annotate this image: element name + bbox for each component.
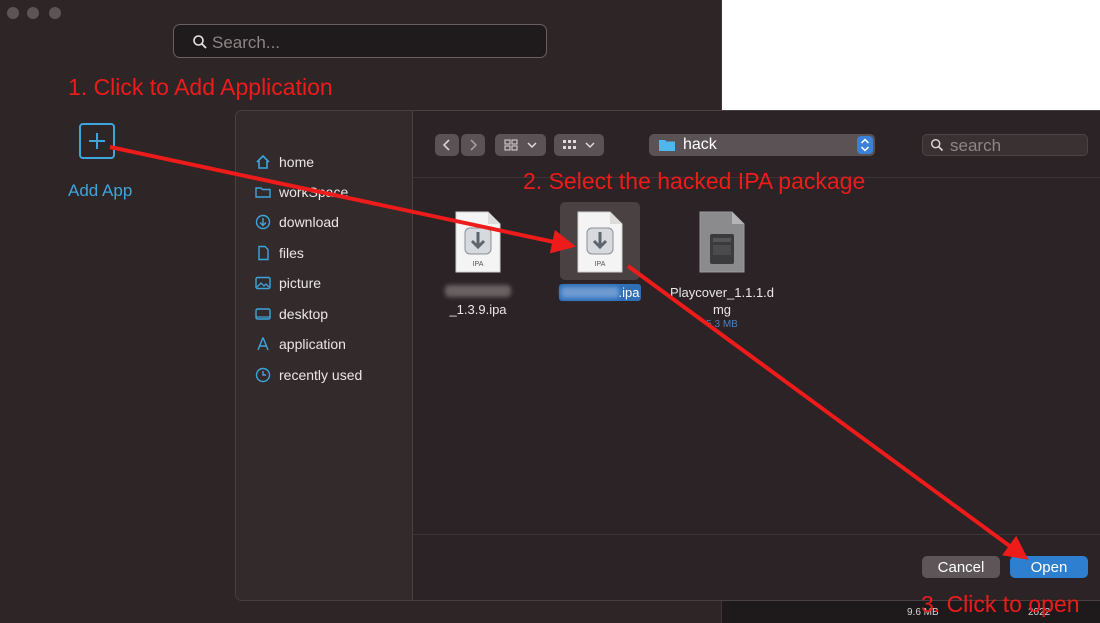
close-window-button[interactable]: [7, 7, 19, 19]
file-item[interactable]: Playcover_1.1.1.d mg 5.3 MB: [667, 203, 777, 331]
footer-divider: [413, 534, 1100, 535]
search-icon: [193, 35, 207, 49]
file-name: Playcover_1.1.1.d: [669, 285, 775, 300]
chevron-left-icon: [442, 139, 450, 151]
file-name-blurred: [560, 287, 619, 298]
ipa-file-icon: IPA: [455, 211, 501, 273]
sidebar-item-home[interactable]: home: [255, 151, 314, 173]
plus-icon: [89, 133, 105, 149]
sidebar-item-label: desktop: [279, 306, 329, 322]
annotation-step-1: 1. Click to Add Application: [68, 74, 333, 100]
forward-button[interactable]: [461, 134, 485, 156]
sidebar-item-label: download: [279, 214, 339, 230]
group-view-button[interactable]: [554, 134, 604, 156]
icon-view-button[interactable]: [495, 134, 546, 156]
document-icon: [255, 245, 271, 261]
download-icon: [255, 214, 271, 230]
location-popup[interactable]: hack: [649, 134, 875, 156]
file-name: .ipa: [545, 284, 655, 302]
home-icon: [255, 154, 271, 170]
add-app-label[interactable]: Add App: [68, 181, 132, 201]
picture-icon: [255, 275, 271, 291]
sidebar-item-picture[interactable]: picture: [255, 272, 321, 294]
sidebar-item-label: picture: [279, 275, 322, 291]
search-placeholder: Search...: [212, 33, 281, 52]
sidebar-item-desktop[interactable]: desktop: [255, 303, 328, 325]
file-name-continued: mg: [712, 302, 732, 317]
search-icon: [930, 138, 944, 152]
sidebar-item-label: recently used: [279, 367, 363, 383]
chevron-down-icon: [526, 142, 537, 149]
sidebar-item-download[interactable]: download: [255, 211, 339, 233]
folder-icon: [255, 184, 271, 200]
search-placeholder: search: [950, 136, 1002, 155]
sidebar-item-label: workSpace: [279, 184, 349, 200]
open-button[interactable]: Open: [1010, 556, 1088, 578]
sidebar-item-files[interactable]: files: [255, 242, 304, 264]
dialog-search-field[interactable]: search: [922, 134, 1088, 156]
sidebar-item-label: application: [279, 336, 346, 352]
sidebar-item-workspace[interactable]: workSpace: [255, 181, 348, 203]
file-name-extension: .ipa: [618, 285, 640, 300]
clock-icon: [255, 367, 271, 383]
zoom-window-button[interactable]: [49, 7, 61, 19]
location-label: hack: [683, 136, 717, 153]
file-type-label: IPA: [473, 261, 484, 268]
dialog-sidebar: home workSpace download files picture de…: [236, 111, 413, 600]
file-name-blurred: [423, 284, 533, 301]
desktop-icon: [255, 306, 271, 322]
app-search-field[interactable]: Search...: [173, 24, 547, 58]
minimize-window-button[interactable]: [27, 7, 39, 19]
back-button[interactable]: [435, 134, 459, 156]
annotation-step-2: 2. Select the hacked IPA package: [523, 168, 866, 194]
sidebar-item-label: files: [279, 245, 304, 261]
ipa-file-icon: IPA: [577, 211, 623, 273]
file-size: 5.3 MB: [706, 319, 738, 330]
file-name: _1.3.9.ipa: [449, 302, 507, 317]
sidebar-item-label: home: [279, 154, 315, 170]
folder-icon: [659, 140, 675, 151]
group-grid-icon: [563, 140, 576, 149]
stepper-icon: [857, 136, 873, 154]
application-icon: [255, 336, 271, 352]
sidebar-item-recently-used[interactable]: recently used: [255, 364, 362, 386]
file-item-selected[interactable]: IPA .ipa: [545, 203, 655, 302]
chevron-right-icon: [470, 139, 478, 151]
grid-icon: [504, 139, 517, 151]
sidebar-item-application[interactable]: application: [255, 333, 346, 355]
file-type-label: IPA: [595, 261, 606, 268]
add-app-button[interactable]: [79, 123, 115, 159]
chevron-down-icon: [585, 142, 595, 149]
cancel-button[interactable]: Cancel: [922, 556, 1000, 578]
annotation-step-3: 3. Click to open: [921, 591, 1080, 617]
dmg-file-icon: [699, 211, 745, 273]
file-item[interactable]: IPA _1.3.9.ipa: [423, 203, 533, 318]
